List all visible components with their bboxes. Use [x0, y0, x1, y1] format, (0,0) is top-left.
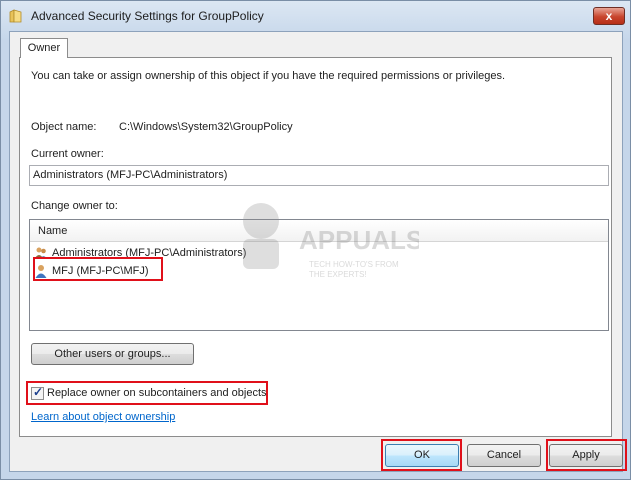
- checkmark-icon: ✓: [33, 385, 44, 399]
- object-name-value: C:\Windows\System32\GroupPolicy: [119, 121, 293, 133]
- group-users-icon: [35, 247, 47, 260]
- ok-button[interactable]: OK: [385, 444, 459, 467]
- list-item-administrators[interactable]: Administrators (MFJ-PC\Administrators): [34, 244, 246, 262]
- window-title: Advanced Security Settings for GroupPoli…: [31, 9, 264, 23]
- folder-icon: [9, 9, 22, 23]
- object-name-label: Object name:: [31, 121, 97, 133]
- title-bar[interactable]: Advanced Security Settings for GroupPoli…: [1, 1, 630, 31]
- list-item-label: MFJ (MFJ-PC\MFJ): [52, 265, 149, 277]
- replace-owner-checkbox[interactable]: ✓: [31, 385, 44, 400]
- watermark-tagline-2: THE EXPERTS!: [309, 270, 367, 279]
- apply-button[interactable]: Apply: [549, 444, 623, 467]
- replace-owner-label[interactable]: Replace owner on subcontainers and objec…: [47, 387, 267, 399]
- watermark-brand: APPUALS: [299, 225, 419, 255]
- other-users-or-groups-button[interactable]: Other users or groups...: [31, 343, 194, 365]
- learn-about-ownership-link[interactable]: Learn about object ownership: [31, 411, 175, 423]
- watermark-tagline-1: TECH HOW-TO'S FROM: [309, 260, 399, 269]
- cancel-button[interactable]: Cancel: [467, 444, 541, 467]
- change-owner-label: Change owner to:: [31, 200, 118, 212]
- dialog-window: Advanced Security Settings for GroupPoli…: [0, 0, 631, 480]
- tab-owner[interactable]: Owner: [20, 38, 68, 58]
- close-button[interactable]: x: [593, 7, 625, 25]
- list-item-label: Administrators (MFJ-PC\Administrators): [52, 247, 247, 259]
- current-owner-label: Current owner:: [31, 148, 104, 160]
- user-icon: [35, 265, 47, 279]
- appuals-watermark-logo: APPUALS TECH HOW-TO'S FROM THE EXPERTS!: [243, 203, 419, 279]
- current-owner-field[interactable]: Administrators (MFJ-PC\Administrators): [29, 165, 609, 186]
- close-icon: x: [605, 9, 613, 23]
- intro-text: You can take or assign ownership of this…: [31, 70, 506, 82]
- list-item-mfj[interactable]: MFJ (MFJ-PC\MFJ): [34, 262, 149, 280]
